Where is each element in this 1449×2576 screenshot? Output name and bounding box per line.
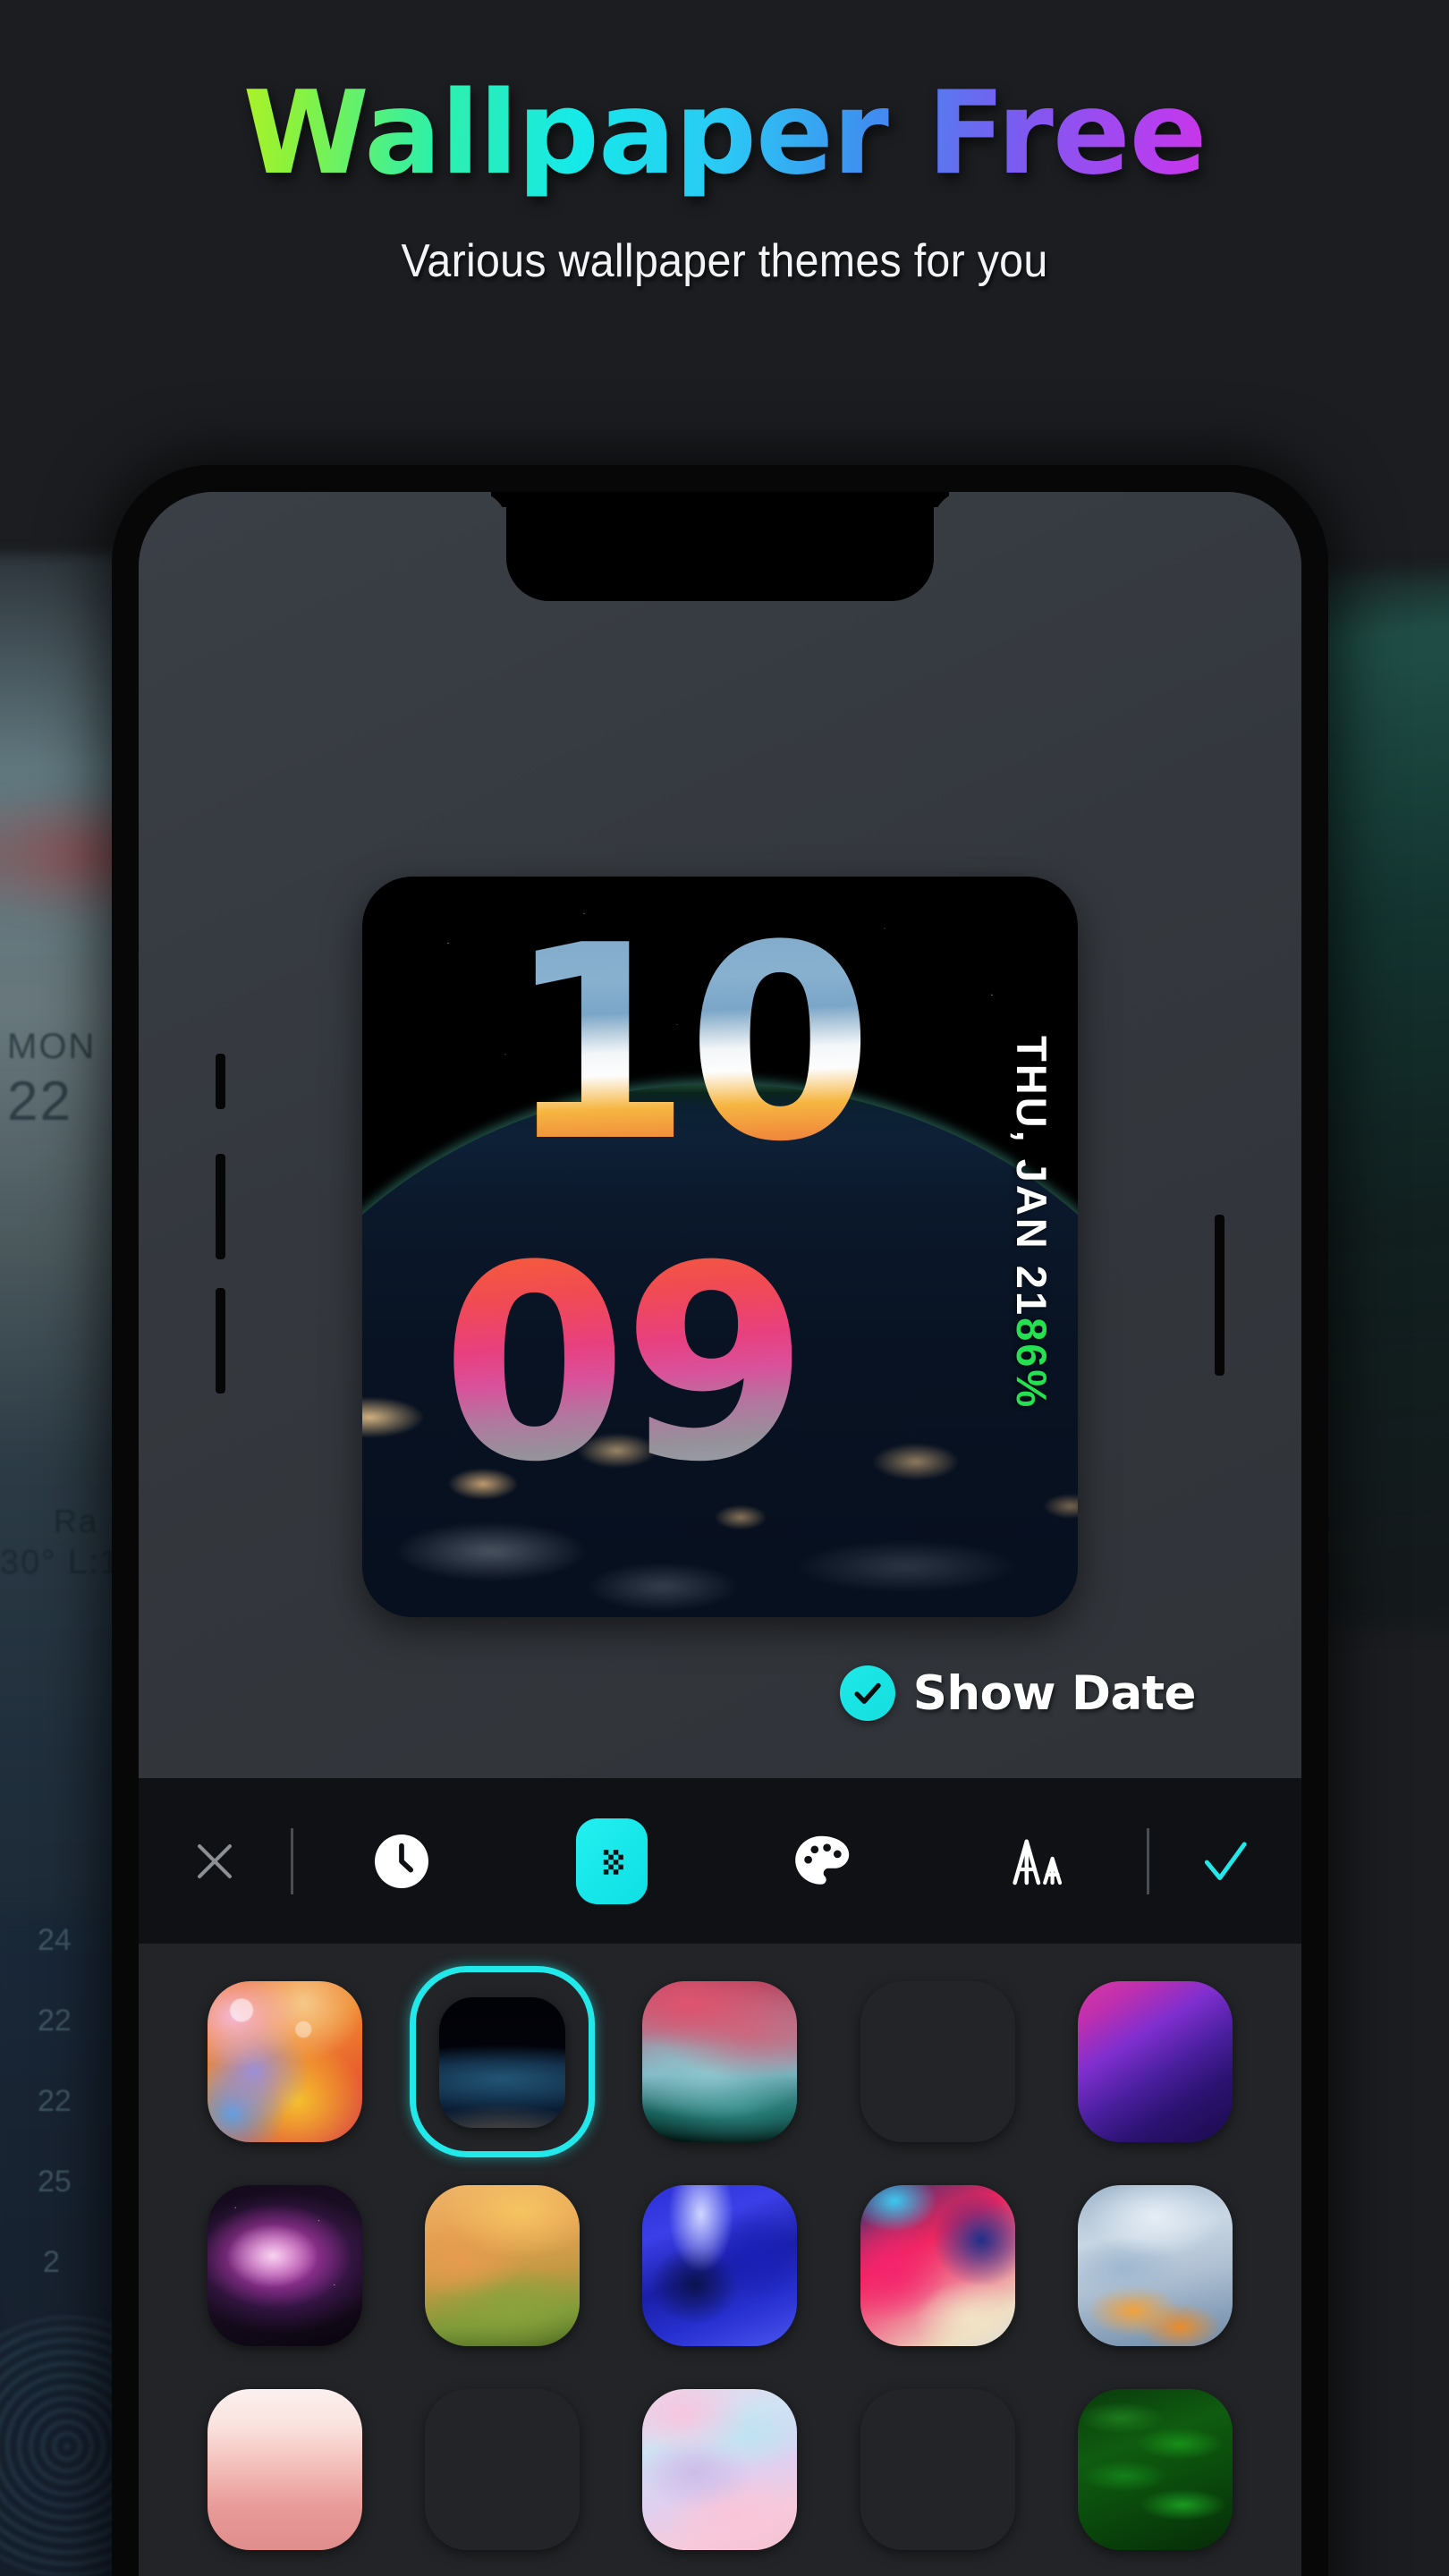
wallpaper-thumbnail[interactable] xyxy=(860,2185,1015,2346)
backdrop-number: 22 xyxy=(38,2084,72,2118)
wallpaper-thumbnail[interactable] xyxy=(208,1981,363,2142)
wallpaper-thumbnail-image[interactable] xyxy=(860,2185,1015,2346)
show-date-toggle[interactable]: Show Date xyxy=(839,1665,1197,1721)
page-subtitle: Various wallpaper themes for you xyxy=(401,235,1048,287)
phone-power-button xyxy=(1215,1215,1224,1376)
widget-editor-area: 10 09 THU, JAN 2186% Show Date xyxy=(139,492,1301,1778)
wallpaper-background-button[interactable] xyxy=(575,1818,648,1904)
phone-notch xyxy=(506,492,934,601)
toolbar-tools xyxy=(293,1778,1147,1944)
wallpaper-thumbnail-image[interactable] xyxy=(642,1981,798,2142)
widget-date-text: THU, JAN 21 xyxy=(1008,1036,1055,1318)
wallpaper-grid xyxy=(196,1966,1244,2576)
editor-toolbar xyxy=(139,1778,1301,1944)
phone-mute-switch xyxy=(216,1054,225,1109)
backdrop-number: 2 xyxy=(43,2245,60,2279)
close-icon xyxy=(198,1843,232,1878)
wallpaper-thumbnail-image[interactable] xyxy=(208,2389,363,2550)
wallpaper-thumbnail[interactable] xyxy=(642,1981,798,2142)
wallpaper-thumbnail[interactable] xyxy=(208,2185,363,2346)
wallpaper-thumbnail-image[interactable] xyxy=(860,2389,1015,2550)
backdrop-number: 22 xyxy=(38,2004,72,2038)
backdrop-weather-text: 30° L:1 xyxy=(0,1544,121,1581)
wallpaper-thumbnail[interactable] xyxy=(860,1981,1015,2142)
wallpaper-thumbnail-image[interactable] xyxy=(1077,2389,1233,2550)
backdrop-number: 25 xyxy=(38,2165,72,2199)
wallpaper-thumbnail[interactable] xyxy=(410,1966,596,2157)
wallpaper-thumbnail[interactable] xyxy=(1077,2185,1233,2346)
wallpaper-thumbnail-image[interactable] xyxy=(642,2389,798,2550)
clock-icon xyxy=(375,1834,429,1888)
clock-widget-preview[interactable]: 10 09 THU, JAN 2186% xyxy=(362,877,1078,1617)
clock-minute: 09 xyxy=(441,1208,809,1521)
wallpaper-thumbnail-image[interactable] xyxy=(1077,1981,1233,2142)
wallpaper-thumbnail[interactable] xyxy=(860,2389,1015,2550)
wallpaper-thumbnail-image[interactable] xyxy=(860,1981,1015,2142)
backdrop-weather-text: MON xyxy=(7,1027,97,1066)
wallpaper-thumbnail[interactable] xyxy=(1077,1981,1233,2142)
backdrop-weather-text: Ra xyxy=(54,1503,99,1539)
text-size-icon xyxy=(1013,1839,1062,1885)
backdrop-weather-text: 22 xyxy=(7,1071,72,1132)
wallpaper-thumbnail-image[interactable] xyxy=(425,2185,580,2346)
wallpaper-thumbnail-image[interactable] xyxy=(425,2389,580,2550)
widget-battery-text: 86% xyxy=(1008,1318,1055,1411)
clock-style-button[interactable] xyxy=(359,1818,445,1904)
wallpaper-thumbnail[interactable] xyxy=(208,2389,363,2550)
font-size-button[interactable] xyxy=(996,1818,1081,1904)
checkerboard-icon xyxy=(603,1849,623,1875)
wallpaper-thumbnail-image[interactable] xyxy=(208,2185,363,2346)
phone-volume-up-button xyxy=(216,1154,225,1259)
phone-volume-down-button xyxy=(216,1288,225,1394)
widget-date-battery: THU, JAN 2186% xyxy=(1007,1036,1056,1410)
wallpaper-thumbnail-image[interactable] xyxy=(208,1981,363,2142)
wallpaper-thumbnail[interactable] xyxy=(425,2389,580,2550)
phone-mockup: 10 09 THU, JAN 2186% Show Date xyxy=(112,465,1328,2576)
check-circle-icon[interactable] xyxy=(839,1665,895,1721)
wallpaper-thumbnail[interactable] xyxy=(642,2389,798,2550)
wallpaper-thumbnail[interactable] xyxy=(425,2185,580,2346)
check-icon xyxy=(1204,1841,1247,1880)
color-palette-button[interactable] xyxy=(778,1818,864,1904)
wallpaper-thumbnail[interactable] xyxy=(1077,2389,1233,2550)
confirm-button[interactable] xyxy=(1149,1778,1301,1944)
app-root: MON 22 Ra 30° L:1 24 22 22 25 2 Wallpaper Free V… xyxy=(0,0,1449,2576)
clock-hour: 10 xyxy=(505,888,873,1200)
palette-icon xyxy=(795,1835,850,1885)
wallpaper-thumbnail-image[interactable] xyxy=(439,1997,566,2128)
show-date-label: Show Date xyxy=(912,1665,1197,1721)
wallpaper-thumbnail-image[interactable] xyxy=(642,2185,798,2346)
wallpaper-thumbnail[interactable] xyxy=(642,2185,798,2346)
page-title: Wallpaper Free xyxy=(0,67,1449,200)
header: Wallpaper Free Various wallpaper themes … xyxy=(0,0,1449,288)
clock-digits: 10 09 xyxy=(362,877,1078,1617)
wallpaper-thumbnail-image[interactable] xyxy=(1077,2185,1233,2346)
wallpaper-grid-pane xyxy=(139,1944,1301,2576)
backdrop-number: 24 xyxy=(38,1923,72,1957)
close-button[interactable] xyxy=(139,1778,291,1944)
phone-screen: 10 09 THU, JAN 2186% Show Date xyxy=(139,492,1301,2576)
